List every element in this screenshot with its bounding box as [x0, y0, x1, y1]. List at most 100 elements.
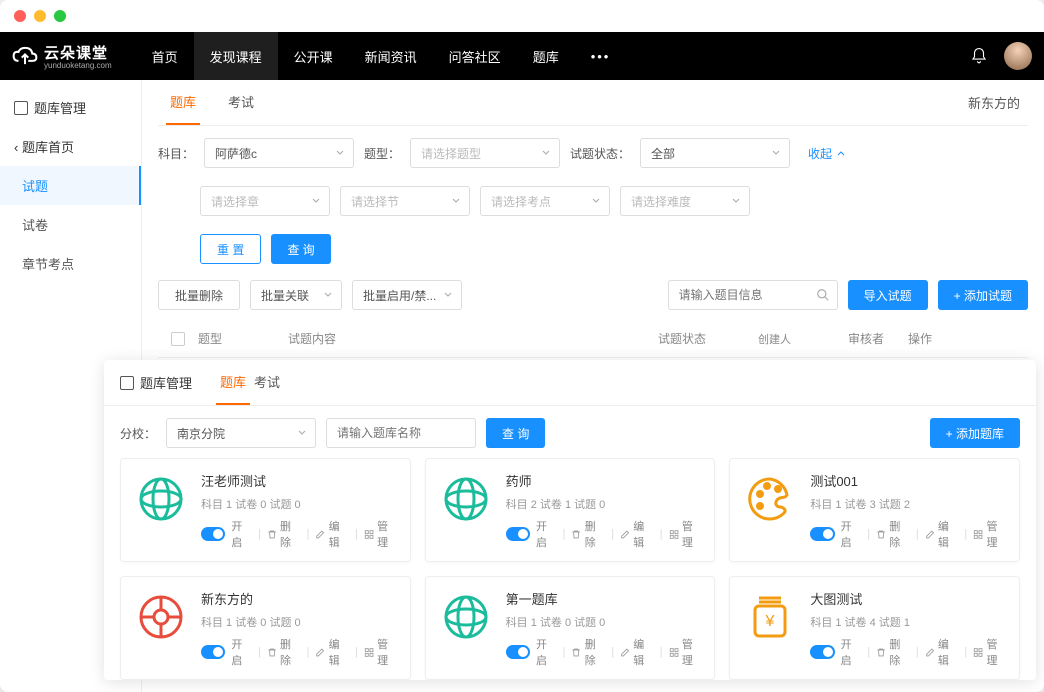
point-select[interactable]: 请选择考点 — [480, 186, 610, 216]
card-delete[interactable]: 删除 — [571, 636, 605, 668]
card-manage[interactable]: 管理 — [364, 636, 398, 668]
nav-more[interactable]: ••• — [575, 32, 627, 80]
section-select[interactable]: 请选择节 — [340, 186, 470, 216]
card-edit[interactable]: 编辑 — [925, 636, 959, 668]
bank-card[interactable]: 药师科目 2 试卷 1 试题 0开启|删除|编辑|管理 — [425, 458, 716, 562]
enable-toggle[interactable] — [810, 527, 834, 541]
module-icon — [120, 376, 134, 390]
sidebar-item-papers[interactable]: 试卷 — [0, 205, 141, 244]
batch-delete-button[interactable]: 批量删除 — [158, 280, 240, 310]
edit-icon — [315, 529, 325, 540]
card-edit[interactable]: 编辑 — [315, 636, 349, 668]
sidebar-item-chapters[interactable]: 章节考点 — [0, 244, 141, 283]
card-manage[interactable]: 管理 — [669, 518, 703, 550]
card-edit[interactable]: 编辑 — [620, 518, 654, 550]
trash-icon — [571, 529, 581, 540]
enable-toggle[interactable] — [506, 645, 530, 659]
enable-toggle[interactable] — [201, 645, 225, 659]
nav-discover-courses[interactable]: 发现课程 — [194, 32, 278, 80]
nav-qa-community[interactable]: 问答社区 — [433, 32, 517, 80]
branch-select[interactable]: 南京分院 — [166, 418, 316, 448]
bank-name-input[interactable] — [326, 418, 476, 448]
logo[interactable]: 云朵课堂 yunduoketang.com — [12, 42, 112, 70]
batch-enable-select[interactable]: 批量启用/禁... — [352, 280, 462, 310]
enable-toggle[interactable] — [506, 527, 530, 541]
grid-icon — [973, 647, 983, 658]
card-manage[interactable]: 管理 — [669, 636, 703, 668]
chevron-down-icon — [311, 196, 321, 206]
tab-exam[interactable]: 考试 — [224, 80, 258, 125]
subject-select[interactable]: 阿萨德c — [204, 138, 354, 168]
bank-card[interactable]: 第一题库科目 1 试卷 0 试题 0开启|删除|编辑|管理 — [425, 576, 716, 680]
card-delete[interactable]: 删除 — [571, 518, 605, 550]
import-button[interactable]: 导入试题 — [848, 280, 928, 310]
panel-tab-bank[interactable]: 题库 — [216, 360, 250, 405]
panel-tab-exam[interactable]: 考试 — [250, 360, 284, 405]
nav-news[interactable]: 新闻资讯 — [349, 32, 433, 80]
table-header: 题型 试题内容 试题状态 创建人 审核者 操作 — [158, 320, 1028, 358]
close-window[interactable] — [14, 10, 26, 22]
difficulty-select[interactable]: 请选择难度 — [620, 186, 750, 216]
card-delete[interactable]: 删除 — [876, 636, 910, 668]
enable-toggle[interactable] — [201, 527, 225, 541]
bank-card[interactable]: 测试001科目 1 试卷 3 试题 2开启|删除|编辑|管理 — [729, 458, 1020, 562]
cloud-icon — [12, 45, 38, 67]
grid-icon — [364, 529, 374, 540]
bank-card[interactable]: 汪老师测试科目 1 试卷 0 试题 0开启|删除|编辑|管理 — [120, 458, 411, 562]
edit-icon — [925, 529, 935, 540]
sidebar-back[interactable]: ‹ 题库首页 — [0, 127, 141, 166]
nav-question-bank[interactable]: 题库 — [517, 32, 575, 80]
bank-card[interactable]: 新东方的科目 1 试卷 0 试题 0开启|删除|编辑|管理 — [120, 576, 411, 680]
edit-icon — [620, 647, 630, 658]
status-label: 试题状态： — [570, 145, 630, 162]
bank-title: 测试001 — [810, 471, 1007, 490]
batch-relate-select[interactable]: 批量关联 — [250, 280, 342, 310]
status-select[interactable]: 全部 — [640, 138, 790, 168]
card-edit[interactable]: 编辑 — [315, 518, 349, 550]
chapter-select[interactable]: 请选择章 — [200, 186, 330, 216]
card-delete[interactable]: 删除 — [876, 518, 910, 550]
card-delete[interactable]: 删除 — [267, 636, 301, 668]
add-question-button[interactable]: + 添加试题 — [938, 280, 1028, 310]
checkbox-all[interactable] — [171, 332, 185, 346]
window-titlebar — [0, 0, 1044, 32]
tab-bank[interactable]: 题库 — [166, 80, 200, 125]
bank-meta: 科目 1 试卷 0 试题 0 — [506, 614, 703, 630]
chevron-down-icon — [443, 290, 453, 300]
add-bank-button[interactable]: + 添加题库 — [930, 418, 1020, 448]
panel-query-button[interactable]: 查 询 — [486, 418, 545, 448]
card-manage[interactable]: 管理 — [364, 518, 398, 550]
minimize-window[interactable] — [34, 10, 46, 22]
bell-icon[interactable] — [970, 47, 988, 65]
panel-title: 题库管理 — [120, 361, 192, 404]
nav-open-courses[interactable]: 公开课 — [278, 32, 349, 80]
bank-meta: 科目 1 试卷 4 试题 1 — [810, 614, 1007, 630]
card-manage[interactable]: 管理 — [973, 636, 1007, 668]
card-edit[interactable]: 编辑 — [925, 518, 959, 550]
query-button[interactable]: 查 询 — [271, 234, 330, 264]
card-delete[interactable]: 删除 — [267, 518, 301, 550]
chevron-up-icon — [836, 148, 846, 158]
reset-button[interactable]: 重 置 — [200, 234, 261, 264]
trash-icon — [267, 647, 277, 658]
bank-meta: 科目 1 试卷 0 试题 0 — [201, 496, 398, 512]
avatar[interactable] — [1004, 42, 1032, 70]
enable-toggle[interactable] — [810, 645, 834, 659]
search-input[interactable] — [668, 280, 838, 310]
card-manage[interactable]: 管理 — [973, 518, 1007, 550]
bank-card[interactable]: ¥大图测试科目 1 试卷 4 试题 1开启|删除|编辑|管理 — [729, 576, 1020, 680]
chevron-down-icon — [731, 196, 741, 206]
grid-icon — [364, 647, 374, 658]
type-select[interactable]: 请选择题型 — [410, 138, 560, 168]
nav-home[interactable]: 首页 — [136, 32, 194, 80]
collapse-filters[interactable]: 收起 — [808, 145, 846, 162]
card-edit[interactable]: 编辑 — [620, 636, 654, 668]
sidebar-item-questions[interactable]: 试题 — [0, 166, 141, 205]
bank-icon — [133, 471, 189, 527]
bank-panel: 题库管理 题库 考试 分校： 南京分院 查 询 + 添加题库 汪老师测试科目 1… — [104, 360, 1036, 680]
sidebar-title: 题库管理 — [0, 88, 141, 127]
chevron-down-icon — [451, 196, 461, 206]
maximize-window[interactable] — [54, 10, 66, 22]
chevron-down-icon — [591, 196, 601, 206]
type-label: 题型： — [364, 145, 400, 162]
